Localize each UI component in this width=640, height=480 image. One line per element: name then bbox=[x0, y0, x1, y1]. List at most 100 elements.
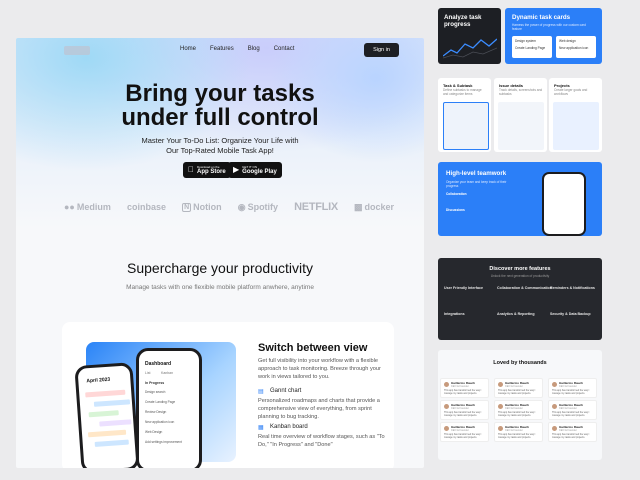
dynamic-subtitle: Harness the power of progress with our c… bbox=[512, 23, 586, 32]
docker-icon: ▩ bbox=[353, 201, 363, 212]
card-dynamic-task-cards: Dynamic task cards Harness the power of … bbox=[505, 8, 602, 64]
teamwork-subtitle: Organize your team and keep track of the… bbox=[446, 180, 507, 189]
dashboard-row[interactable]: New application icon bbox=[145, 420, 174, 424]
dashboard-tab-kanban[interactable]: Kanban bbox=[161, 371, 173, 375]
hero-subtitle-line1: Master Your To-Do List: Organize Your Li… bbox=[141, 136, 299, 145]
nav-blog[interactable]: Blog bbox=[248, 46, 260, 52]
brand-docker: ▩ docker bbox=[353, 201, 394, 213]
card-teamwork: High-level teamwork Organize your team a… bbox=[438, 162, 602, 236]
brand-coinbase: coinbase bbox=[126, 202, 166, 212]
feature-item-kanban: Kanban board bbox=[270, 424, 308, 430]
landing-page: Home Features Blog Contact Sign in Bring… bbox=[16, 38, 424, 468]
testimonial-card: Guillermo Rauch CEO & Founder This app has… bbox=[494, 400, 543, 420]
app-store-label: App Store bbox=[191, 168, 226, 175]
notion-icon: N bbox=[182, 202, 192, 212]
dashboard-tab-list[interactable]: List bbox=[145, 371, 150, 375]
hero-title-line2: under full control bbox=[121, 104, 319, 131]
dashboard-row[interactable]: Add settings improvement bbox=[145, 440, 182, 444]
review-text: This app has transformed the way I manag… bbox=[552, 411, 590, 417]
avatar bbox=[444, 382, 449, 387]
task-card: Design system Create Landing Page bbox=[512, 36, 552, 58]
feature-item-kanban-text: Real time overview of workflow stages, s… bbox=[258, 434, 385, 448]
dashboard-row[interactable]: Create Landing Page bbox=[145, 400, 175, 404]
reviewer-role: CEO & Founder bbox=[451, 385, 469, 388]
page-continuation-column: Analyze task progress Dynamic task cards… bbox=[438, 0, 602, 480]
review-text: This app has transformed the way I manag… bbox=[498, 411, 536, 417]
testimonial-card: Guillermo Rauch CEO & Founder This app has… bbox=[440, 400, 489, 420]
avatar bbox=[552, 404, 557, 409]
reviewer-role: CEO & Founder bbox=[505, 385, 523, 388]
testimonial-card: Guillermo Rauch CEO & Founder This app has… bbox=[494, 378, 543, 398]
dynamic-title: Dynamic task cards bbox=[512, 14, 571, 21]
dashboard-row[interactable]: Web Design bbox=[145, 430, 162, 434]
feature-card-views: April 2023 Dashboard List Kanban In Prog… bbox=[62, 322, 394, 468]
app-store-button[interactable]:  Download on the App Store bbox=[183, 162, 231, 178]
nav-features[interactable]: Features bbox=[210, 46, 234, 52]
main-nav: Home Features Blog Contact bbox=[180, 46, 294, 52]
testimonial-card: Guillermo Rauch CEO & Founder This app has… bbox=[548, 400, 597, 420]
productivity-subtitle: Manage tasks with one flexible mobile pl… bbox=[126, 284, 314, 291]
testimonial-card: Guillermo Rauch CEO & Founder This app has… bbox=[440, 378, 489, 398]
discover-subtitle: Unlock the next generation of productivi… bbox=[490, 274, 550, 278]
phone-teamwork bbox=[542, 172, 586, 236]
avatar bbox=[444, 426, 449, 431]
medium-icon: ●● bbox=[64, 202, 75, 212]
google-play-label: Google Play bbox=[242, 168, 277, 175]
brand-spotify: ◉ Spotify bbox=[237, 201, 279, 213]
review-text: This app has transformed the way I manag… bbox=[552, 433, 590, 439]
nav-home[interactable]: Home bbox=[180, 46, 196, 52]
review-text: This app has transformed the way I manag… bbox=[444, 433, 482, 439]
play-icon: ▶ bbox=[233, 165, 240, 174]
reviewer-role: CEO & Founder bbox=[505, 407, 523, 410]
avatar bbox=[498, 404, 503, 409]
avatar bbox=[498, 382, 503, 387]
nav-contact[interactable]: Contact bbox=[274, 46, 295, 52]
avatar bbox=[552, 382, 557, 387]
gantt-chart-icon: ▤ bbox=[258, 389, 264, 395]
card-testimonials: Loved by thousands Guillermo Rauch CEO & … bbox=[438, 350, 602, 460]
testimonial-card: Guillermo Rauch CEO & Founder This app has… bbox=[548, 422, 597, 442]
card-analyze-progress: Analyze task progress bbox=[438, 8, 501, 64]
phone-calendar: April 2023 bbox=[74, 362, 140, 468]
reviewer-role: CEO & Founder bbox=[451, 407, 469, 410]
progress-line-chart bbox=[443, 38, 497, 59]
testimonial-card: Guillermo Rauch CEO & Founder This app has… bbox=[494, 422, 543, 442]
teamwork-title: High-level teamwork bbox=[446, 170, 507, 177]
review-text: This app has transformed the way I manag… bbox=[444, 411, 482, 417]
dashboard-row[interactable]: Design search bbox=[145, 390, 165, 394]
task-card: Web design New application icon bbox=[556, 36, 596, 58]
spotify-icon: ◉ bbox=[237, 201, 246, 212]
review-text: This app has transformed the way I manag… bbox=[498, 433, 536, 439]
testimonial-card: Guillermo Rauch CEO & Founder This app has… bbox=[548, 378, 597, 398]
logo[interactable] bbox=[64, 46, 90, 55]
dashboard-row: In Progress bbox=[145, 381, 165, 385]
feature-title: Switch between view bbox=[258, 342, 368, 354]
phone-dashboard: Dashboard List Kanban In Progress Design… bbox=[136, 348, 202, 468]
avatar bbox=[498, 426, 503, 431]
google-play-button[interactable]: ▶ GET IT ON Google Play bbox=[228, 162, 282, 178]
review-text: This app has transformed the way I manag… bbox=[552, 389, 590, 395]
hero-subtitle-line2: Our Top-Rated Mobile Task App! bbox=[166, 146, 274, 155]
feature-description: Get full visibility into your workflow w… bbox=[258, 358, 381, 380]
review-text: This app has transformed the way I manag… bbox=[444, 389, 482, 395]
brand-netflix: NETFLIX bbox=[294, 201, 338, 213]
dashboard-row[interactable]: Review Design bbox=[145, 410, 166, 414]
card-issue-details: Issue details Track details, screenshots… bbox=[494, 78, 547, 152]
productivity-title: Supercharge your productivity bbox=[127, 260, 313, 276]
brand-notion: N Notion bbox=[182, 202, 222, 212]
kanban-board-icon: ▦ bbox=[258, 425, 264, 431]
brand-logos: ●● Medium coinbase N Notion ◉ Spotify NETFL… bbox=[64, 201, 394, 213]
signin-button[interactable]: Sign in bbox=[364, 43, 399, 57]
avatar bbox=[444, 404, 449, 409]
feature-item-gantt-text: Personalized roadmaps and charts that pr… bbox=[258, 398, 380, 420]
testimonial-card: Guillermo Rauch CEO & Founder This app has… bbox=[440, 422, 489, 442]
hero-section: Home Features Blog Contact Sign in Bring… bbox=[16, 38, 424, 228]
reviewer-role: CEO & Founder bbox=[559, 385, 577, 388]
feature-item-gantt: Gannt chart bbox=[270, 388, 302, 394]
analyze-title: Analyze task progress bbox=[444, 14, 482, 28]
card-task-subtask: Task & Subtask Define subtasks to manage… bbox=[438, 78, 491, 152]
card-projects: Projects Create larger goals and workflo… bbox=[549, 78, 602, 152]
discover-title: Discover more features bbox=[489, 266, 551, 272]
dashboard-header: Dashboard bbox=[145, 361, 172, 367]
brand-medium: ●● Medium bbox=[64, 202, 111, 212]
